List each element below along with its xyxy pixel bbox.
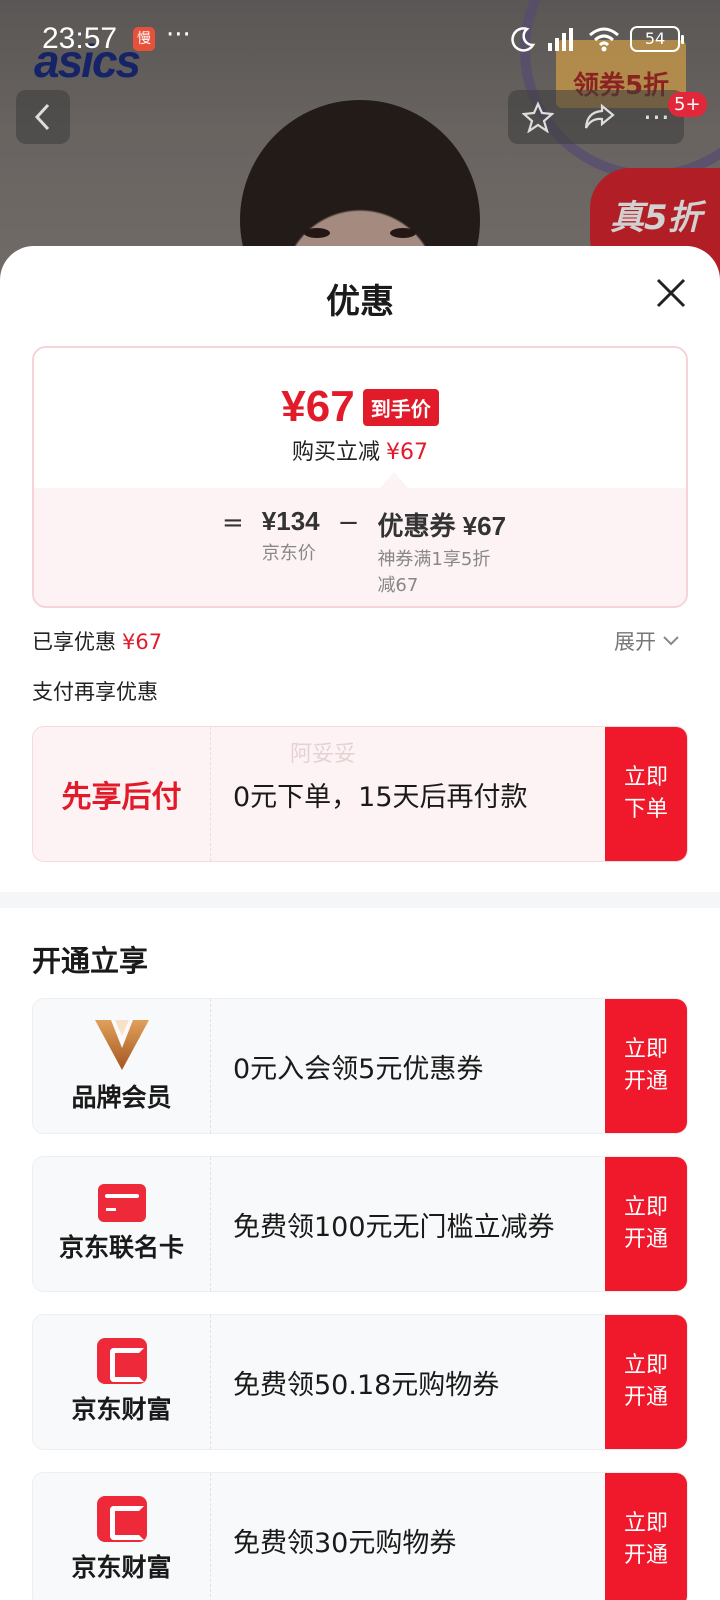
offer-label: 京东联名卡 — [58, 1233, 184, 1262]
star-icon[interactable] — [522, 101, 555, 133]
chevron-left-icon — [34, 103, 50, 131]
instant-discount-value: ¥67 — [386, 440, 428, 465]
open-now-button[interactable]: 立即开通 — [605, 1315, 687, 1449]
v-logo-icon — [94, 1020, 149, 1070]
minus-sign: − — [337, 508, 360, 538]
expand-label: 展开 — [614, 630, 656, 654]
instant-discount-label: 购买立减 — [291, 440, 380, 465]
offer-description: 0元入会领5元优惠券 — [233, 1053, 484, 1085]
status-time: 23:57 — [42, 22, 118, 55]
offer-label: 京东财富 — [71, 1553, 172, 1582]
close-button[interactable] — [650, 272, 692, 314]
cart-count-badge: 5+ — [668, 92, 707, 117]
instant-discount: 购买立减 ¥67 — [34, 434, 686, 466]
watermark: 阿妥妥 — [290, 742, 357, 767]
signal-icon — [548, 28, 573, 51]
offer-brand-member[interactable]: 品牌会员 0元入会领5元优惠券 立即开通 — [32, 998, 688, 1134]
credit-card-icon — [97, 1184, 146, 1222]
app-notification-icon: 慢 — [133, 27, 155, 51]
pay-later-offer[interactable]: 先享后付 0元下单，15天后再付款 立即下单 — [32, 726, 688, 862]
status-icons: 54 — [510, 26, 684, 52]
battery-indicator: 54 — [630, 26, 684, 52]
offer-label: 品牌会员 — [71, 1083, 172, 1112]
offer-description: 免费领100元无门槛立减券 — [233, 1211, 555, 1243]
open-now-button[interactable]: 立即开通 — [605, 1473, 687, 1600]
moon-icon — [511, 27, 536, 52]
jd-finance-icon — [96, 1496, 147, 1542]
enjoyed-value: ¥67 — [122, 630, 163, 654]
sheet-title: 优惠 — [326, 282, 394, 322]
wifi-icon — [589, 27, 619, 52]
status-more-icon: ··· — [166, 20, 191, 50]
jd-finance-icon — [96, 1338, 147, 1384]
open-now-button[interactable]: 立即开通 — [605, 999, 687, 1133]
jd-price-label: 京东价 — [261, 543, 316, 564]
coupon-value: 优惠券 ¥67 — [377, 511, 507, 541]
pay-later-label: 先享后付 — [61, 780, 182, 815]
enjoyed-label: 已享优惠 — [32, 630, 116, 654]
order-now-button[interactable]: 立即下单 — [605, 727, 687, 861]
open-now-button[interactable]: 立即开通 — [605, 1157, 687, 1291]
final-price: ¥67 — [281, 382, 355, 431]
back-button[interactable] — [16, 90, 70, 144]
expand-button[interactable]: 展开 — [614, 626, 680, 656]
offer-jd-finance-2[interactable]: 京东财富 免费领30元购物券 立即开通 — [32, 1472, 688, 1600]
open-section-title: 开通立享 — [32, 944, 149, 978]
status-bar: 23:57 慢 ··· 54 — [0, 0, 720, 80]
offer-jd-finance[interactable]: 京东财富 免费领50.18元购物券 立即开通 — [32, 1314, 688, 1450]
offer-co-brand-card[interactable]: 京东联名卡 免费领100元无门槛立减券 立即开通 — [32, 1156, 688, 1292]
close-icon — [656, 278, 686, 308]
top-action-bar: ··· — [508, 90, 684, 144]
more-icon[interactable]: ··· — [643, 101, 670, 134]
pay-later-description: 0元下单，15天后再付款 — [233, 781, 528, 813]
share-icon[interactable] — [583, 102, 615, 132]
chevron-down-icon — [663, 636, 679, 646]
price-summary-card: ¥67 到手价 购买立减 ¥67 = ¥134 京东价 − 优惠券 ¥67 神券满… — [32, 346, 688, 608]
offer-label: 京东财富 — [71, 1395, 172, 1424]
price-calculation: = ¥134 京东价 − 优惠券 ¥67 神券满1享5折减67 — [222, 506, 507, 599]
pay-more-label: 支付再享优惠 — [32, 680, 158, 704]
offer-description: 免费领50.18元购物券 — [233, 1369, 500, 1401]
coupon-description: 神券满1享5折减67 — [377, 549, 491, 596]
discount-sheet: 优惠 ¥67 到手价 购买立减 ¥67 = ¥134 京东价 − 优惠券 ¥67… — [0, 246, 720, 1600]
final-price-tag: 到手价 — [362, 388, 439, 426]
equals-sign: = — [222, 508, 244, 538]
jd-price-value: ¥134 — [261, 506, 320, 536]
section-divider — [0, 892, 720, 908]
enjoyed-discount: 已享优惠 ¥67 — [32, 626, 162, 656]
offer-description: 免费领30元购物券 — [233, 1527, 457, 1559]
